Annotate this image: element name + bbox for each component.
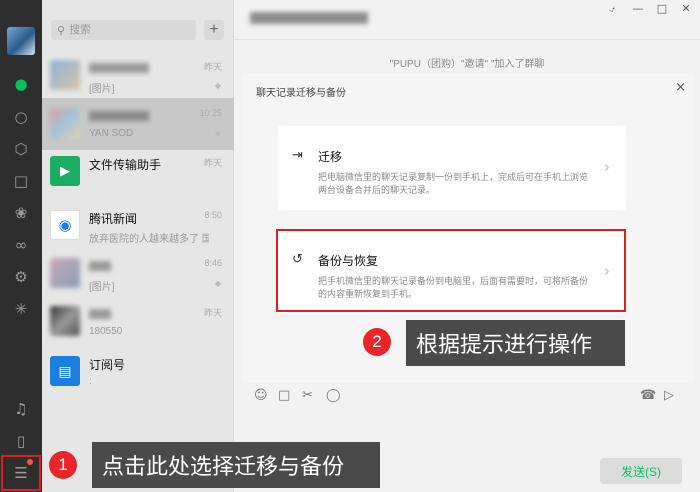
send-button[interactable]: 发送(S): [600, 458, 682, 484]
contacts-icon[interactable]: ○: [9, 106, 33, 128]
navigation-rail: ● ○ ⬡ □ ❀ ∞ ⚙ ✳ ♫ ▯ ☰: [0, 0, 42, 492]
chat-preview: :: [89, 376, 92, 387]
chat-list-item[interactable]: [图片] 昨天 ◆: [42, 50, 234, 102]
tencent-news-icon: ◉: [50, 210, 80, 240]
chat-time: 10:25: [199, 108, 222, 118]
file-transfer-icon: ▶: [50, 156, 80, 186]
phone-icon[interactable]: ▯: [9, 430, 33, 452]
step-badge-1: 1: [49, 451, 77, 479]
chat-list-item-selected[interactable]: YAN SOD 10:25 ◆: [42, 98, 234, 150]
music-icon[interactable]: ♫: [9, 398, 33, 420]
mute-icon: ◆: [214, 129, 221, 138]
system-message: "PUPU（团购）"邀请" "加入了群聊: [389, 59, 545, 70]
search-icon: ⚲: [57, 23, 66, 37]
chat-name: 腾讯新闻: [89, 212, 138, 226]
chat-preview: 放弃医院的人越来越多了 国...: [89, 234, 209, 245]
search-box[interactable]: ⚲: [51, 20, 196, 40]
chat-list-item[interactable]: ▤ 订阅号 :: [42, 346, 234, 398]
chat-icon[interactable]: ●: [9, 73, 33, 95]
panel-title: 聊天记录迁移与备份: [256, 88, 346, 99]
chat-title: [250, 12, 368, 24]
chat-name: 文件传输助手: [89, 158, 162, 172]
chat-time: 8:46: [204, 258, 222, 268]
video-call-icon[interactable]: ▷: [664, 388, 674, 403]
chat-preview: 180550: [89, 326, 123, 337]
folder-icon[interactable]: □: [9, 170, 33, 192]
add-button[interactable]: +: [204, 20, 224, 40]
chat-header: ⍻ — □ ✕: [234, 0, 700, 40]
step-badge-2: 2: [363, 328, 391, 356]
mute-icon: ◆: [214, 279, 221, 288]
chat-time: 昨天: [203, 308, 222, 318]
chat-preview: [图片]: [89, 84, 115, 95]
subscriptions-icon: ▤: [50, 356, 80, 386]
avatar: [50, 60, 80, 90]
favorites-icon[interactable]: ⬡: [9, 138, 33, 160]
chat-list-item[interactable]: 180550 昨天: [42, 296, 234, 348]
card-title: 迁移: [318, 150, 343, 164]
chat-list-item[interactable]: [图片] 8:46 ◆: [42, 248, 234, 300]
channels-icon[interactable]: ∞: [9, 234, 33, 256]
mute-icon: ◆: [214, 81, 221, 90]
discover-icon[interactable]: ✳: [9, 298, 33, 320]
minimize-icon[interactable]: —: [630, 2, 646, 15]
chat-list-item[interactable]: ▶ 文件传输助手 昨天: [42, 146, 234, 198]
chat-name: 订阅号: [89, 358, 126, 372]
moments-icon[interactable]: ❀: [9, 202, 33, 224]
avatar: [50, 306, 80, 336]
chat-name: [89, 63, 149, 73]
close-icon[interactable]: ×: [675, 80, 686, 95]
chat-preview: [图片]: [89, 282, 115, 293]
screenshot-icon[interactable]: ✂: [302, 388, 313, 403]
backup-card-highlight-box: [276, 229, 626, 312]
avatar: [50, 258, 80, 288]
emoji-icon[interactable]: ☺: [254, 388, 268, 403]
chat-time: 昨天: [203, 62, 222, 72]
chat-preview: YAN SOD: [89, 128, 134, 139]
chat-name: [89, 261, 111, 271]
migrate-icon: ⇥: [292, 148, 303, 163]
maximize-icon[interactable]: □: [654, 2, 670, 15]
callout-text: 点击此处选择迁移与备份: [102, 454, 345, 479]
chat-list-panel: ⚲ + [图片] 昨天 ◆ YAN SOD 10:25 ◆ ▶ 文件传输助手 昨…: [42, 0, 234, 492]
voice-call-icon[interactable]: ☎: [640, 388, 656, 403]
callout-text: 根据提示进行操作: [416, 332, 593, 357]
file-icon[interactable]: □: [278, 388, 290, 403]
callout-step-2: 根据提示进行操作: [406, 320, 625, 366]
mini-programs-icon[interactable]: ⚙: [9, 266, 33, 288]
close-window-icon[interactable]: ✕: [678, 2, 694, 15]
avatar: [50, 108, 80, 138]
card-description: 把电脑微信里的聊天记录复制一份到手机上，完成后可在手机上浏览两台设备合并后的聊天…: [318, 172, 589, 195]
chat-time: 昨天: [203, 158, 222, 168]
notification-dot: [27, 459, 33, 465]
chat-history-icon[interactable]: ◯: [326, 388, 341, 403]
composer-toolbar: ☺ □ ✂ ◯ ☎ ▷: [250, 388, 690, 408]
chat-time: 8:50: [204, 210, 222, 220]
search-input[interactable]: [69, 24, 180, 36]
menu-highlight-box: [1, 455, 41, 491]
chevron-right-icon: ›: [604, 158, 610, 176]
chat-name: [89, 309, 111, 319]
callout-step-1: 点击此处选择迁移与备份: [92, 442, 380, 488]
avatar[interactable]: [7, 27, 35, 55]
chat-list-item[interactable]: ◉ 腾讯新闻 放弃医院的人越来越多了 国... 8:50: [42, 200, 234, 252]
pin-icon[interactable]: ⍻: [604, 2, 620, 16]
chat-name: [89, 111, 149, 121]
migrate-card[interactable]: ⇥ 迁移 把电脑微信里的聊天记录复制一份到手机上，完成后可在手机上浏览两台设备合…: [278, 126, 626, 210]
